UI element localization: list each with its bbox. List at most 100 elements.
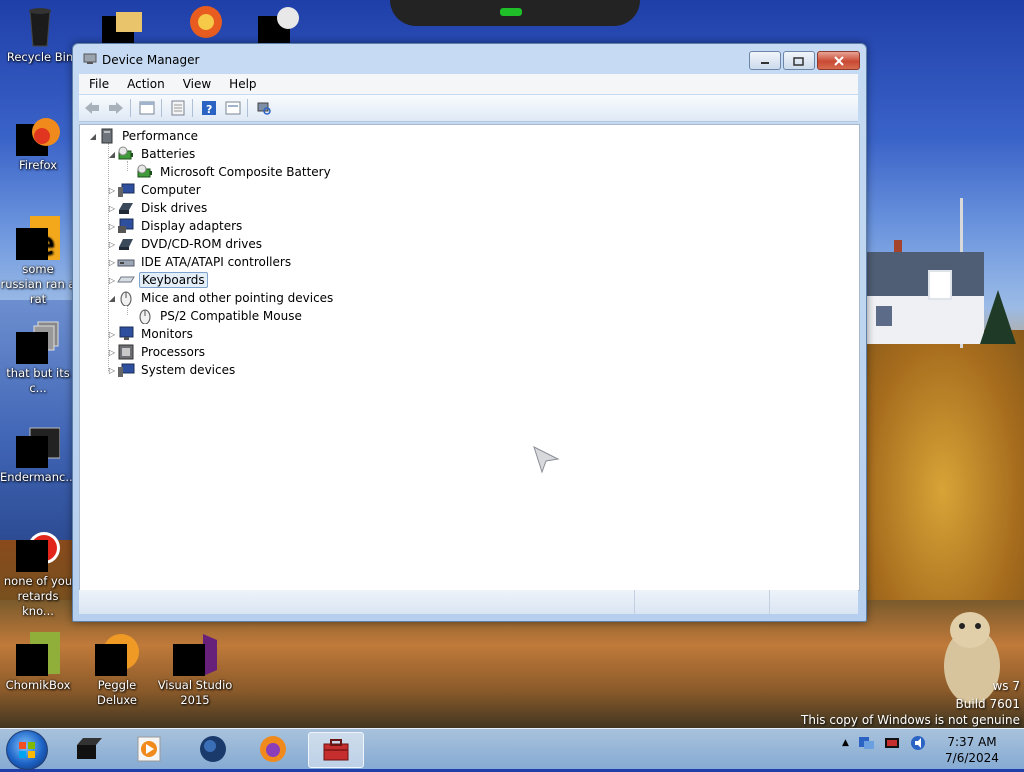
menu-file[interactable]: File: [79, 77, 117, 91]
desktop-icon-visual-studio[interactable]: Visual Studio 2015: [157, 632, 233, 708]
tree-node-computer[interactable]: ▷ Computer: [107, 181, 203, 199]
minimize-button[interactable]: [749, 51, 781, 70]
terminal-icon: [77, 738, 102, 759]
list-icon: [171, 100, 185, 116]
document-icon: e: [16, 216, 62, 262]
taskbar-device-manager[interactable]: [308, 732, 364, 768]
wallpaper-tree: [980, 290, 1016, 344]
desktop-icon-shortcut[interactable]: that but its c...: [0, 320, 76, 396]
maximize-button[interactable]: [783, 51, 815, 70]
device-tree[interactable]: ◢ Performance ◢ Batteries Microsoft Comp…: [79, 124, 860, 591]
collapse-arrow-icon[interactable]: ◢: [107, 150, 117, 159]
computer-icon: [98, 128, 116, 144]
menu-help[interactable]: Help: [219, 77, 264, 91]
display-adapter-icon: [117, 218, 135, 234]
restore-icon: [784, 52, 814, 69]
keyboard-icon: [117, 272, 135, 288]
menu-action[interactable]: Action: [117, 77, 173, 91]
desktop-icon-label: that but its c...: [6, 366, 70, 395]
tree-node-label: DVD/CD-ROM drives: [141, 237, 263, 251]
tree-node-ide-controllers[interactable]: ▷ IDE ATA/ATAPI controllers: [107, 253, 293, 271]
flag-icon[interactable]: [883, 735, 901, 751]
expand-arrow-icon[interactable]: ▷: [107, 186, 117, 195]
tree-node-system-devices[interactable]: ▷ System devices: [107, 361, 237, 379]
computer-icon: [117, 182, 135, 198]
update-button[interactable]: [222, 98, 244, 118]
help-icon: ?: [202, 101, 216, 116]
title-bar[interactable]: Device Manager: [73, 44, 866, 74]
menu-view[interactable]: View: [173, 77, 219, 91]
tree-node-label: Mice and other pointing devices: [141, 291, 334, 305]
forward-button[interactable]: [105, 98, 127, 118]
tree-node-ps2-mouse[interactable]: PS/2 Compatible Mouse: [136, 307, 304, 325]
clock-time: 7:37 AM: [947, 735, 997, 749]
windows-logo-icon: [19, 742, 35, 758]
recycle-bin-icon: [18, 4, 62, 48]
expand-arrow-icon[interactable]: ▷: [107, 348, 117, 357]
desktop-icon-video[interactable]: none of you retards kno...: [0, 528, 76, 619]
expand-arrow-icon[interactable]: ▷: [107, 204, 117, 213]
tree-node-batteries[interactable]: ◢ Batteries: [107, 145, 197, 163]
tree-node-display-adapters[interactable]: ▷ Display adapters: [107, 217, 244, 235]
desktop-icon-peggle[interactable]: Peggle Deluxe: [79, 632, 155, 708]
desktop-icon-label: none of you retards kno...: [3, 574, 73, 618]
collapse-arrow-icon[interactable]: ◢: [107, 294, 117, 303]
help-button[interactable]: ?: [198, 98, 220, 118]
list-button[interactable]: [167, 98, 189, 118]
expand-arrow-icon[interactable]: ▷: [107, 366, 117, 375]
desktop-icon-recycle-bin[interactable]: Recycle Bin: [2, 4, 78, 65]
taskbar-globe[interactable]: [186, 732, 240, 766]
tree-node-label: Microsoft Composite Battery: [160, 165, 331, 179]
properties-button[interactable]: [136, 98, 158, 118]
desktop-icon-firefox[interactable]: Firefox: [0, 112, 76, 173]
tree-node-label: Monitors: [141, 327, 193, 341]
top-bar-gadget: [390, 0, 640, 26]
tree-node-disk-drives[interactable]: ▷ Disk drives: [107, 199, 209, 217]
menu-bar: File Action View Help: [79, 74, 858, 94]
back-button[interactable]: [81, 98, 103, 118]
scan-hardware-button[interactable]: [253, 98, 275, 118]
battery-icon: [117, 146, 135, 162]
forward-icon: [109, 102, 123, 114]
volume-icon[interactable]: [909, 735, 927, 751]
tree-node-label: System devices: [141, 363, 236, 377]
tree-node-label: Display adapters: [141, 219, 243, 233]
desktop-icon-label: Peggle Deluxe: [97, 678, 137, 707]
desktop-icon-chomikbox[interactable]: ChomikBox: [0, 632, 76, 693]
tree-node-composite-battery[interactable]: Microsoft Composite Battery: [136, 163, 333, 181]
window-title: Device Manager: [102, 53, 200, 67]
tree-node-dvd-drives[interactable]: ▷ DVD/CD-ROM drives: [107, 235, 264, 253]
expand-arrow-icon[interactable]: ▷: [107, 330, 117, 339]
clock[interactable]: 7:37 AM 7/6/2024: [930, 734, 1014, 766]
watermark-build: Build 7601: [955, 697, 1020, 711]
tree-node-monitors[interactable]: ▷ Monitors: [107, 325, 195, 343]
desktop-icon-label: Recycle Bin: [6, 50, 74, 64]
network-icon[interactable]: [857, 735, 875, 751]
device-manager-window[interactable]: Device Manager File Action View Help ? ◢…: [72, 43, 867, 622]
tree-node-label: IDE ATA/ATAPI controllers: [141, 255, 292, 269]
scan-hardware-icon: [257, 102, 271, 115]
start-button[interactable]: [6, 730, 48, 770]
taskbar-terminal[interactable]: [62, 732, 116, 766]
expand-arrow-icon[interactable]: ▷: [107, 240, 117, 249]
tree-root-label: Performance: [122, 129, 199, 143]
desktop-icon-enderman[interactable]: Endermanc...: [0, 424, 76, 485]
tree-root[interactable]: ◢ Performance: [88, 127, 200, 145]
tree-node-mice[interactable]: ◢ Mice and other pointing devices: [107, 289, 335, 307]
tree-node-keyboards[interactable]: ▷ Keyboards: [107, 271, 208, 289]
taskbar-media-player[interactable]: [122, 732, 176, 766]
tree-node-label: PS/2 Compatible Mouse: [160, 309, 302, 323]
desktop-icon-rat[interactable]: e some russian ran a rat: [0, 216, 76, 307]
expand-arrow-icon[interactable]: ▷: [107, 276, 117, 285]
tree-node-processors[interactable]: ▷ Processors: [107, 343, 207, 361]
taskbar-firefox[interactable]: [246, 732, 300, 766]
expand-arrow-icon[interactable]: ▷: [107, 222, 117, 231]
expand-arrow-icon[interactable]: ▷: [107, 258, 117, 267]
collapse-arrow-icon[interactable]: ◢: [88, 132, 98, 141]
wallpaper-house: [866, 240, 986, 350]
desktop-icon-label: Firefox: [18, 158, 58, 172]
show-hidden-icons-arrow-icon[interactable]: ▲: [842, 738, 849, 748]
close-button[interactable]: [817, 51, 860, 70]
device-manager-icon: [83, 53, 97, 65]
app-icon: [180, 4, 224, 48]
